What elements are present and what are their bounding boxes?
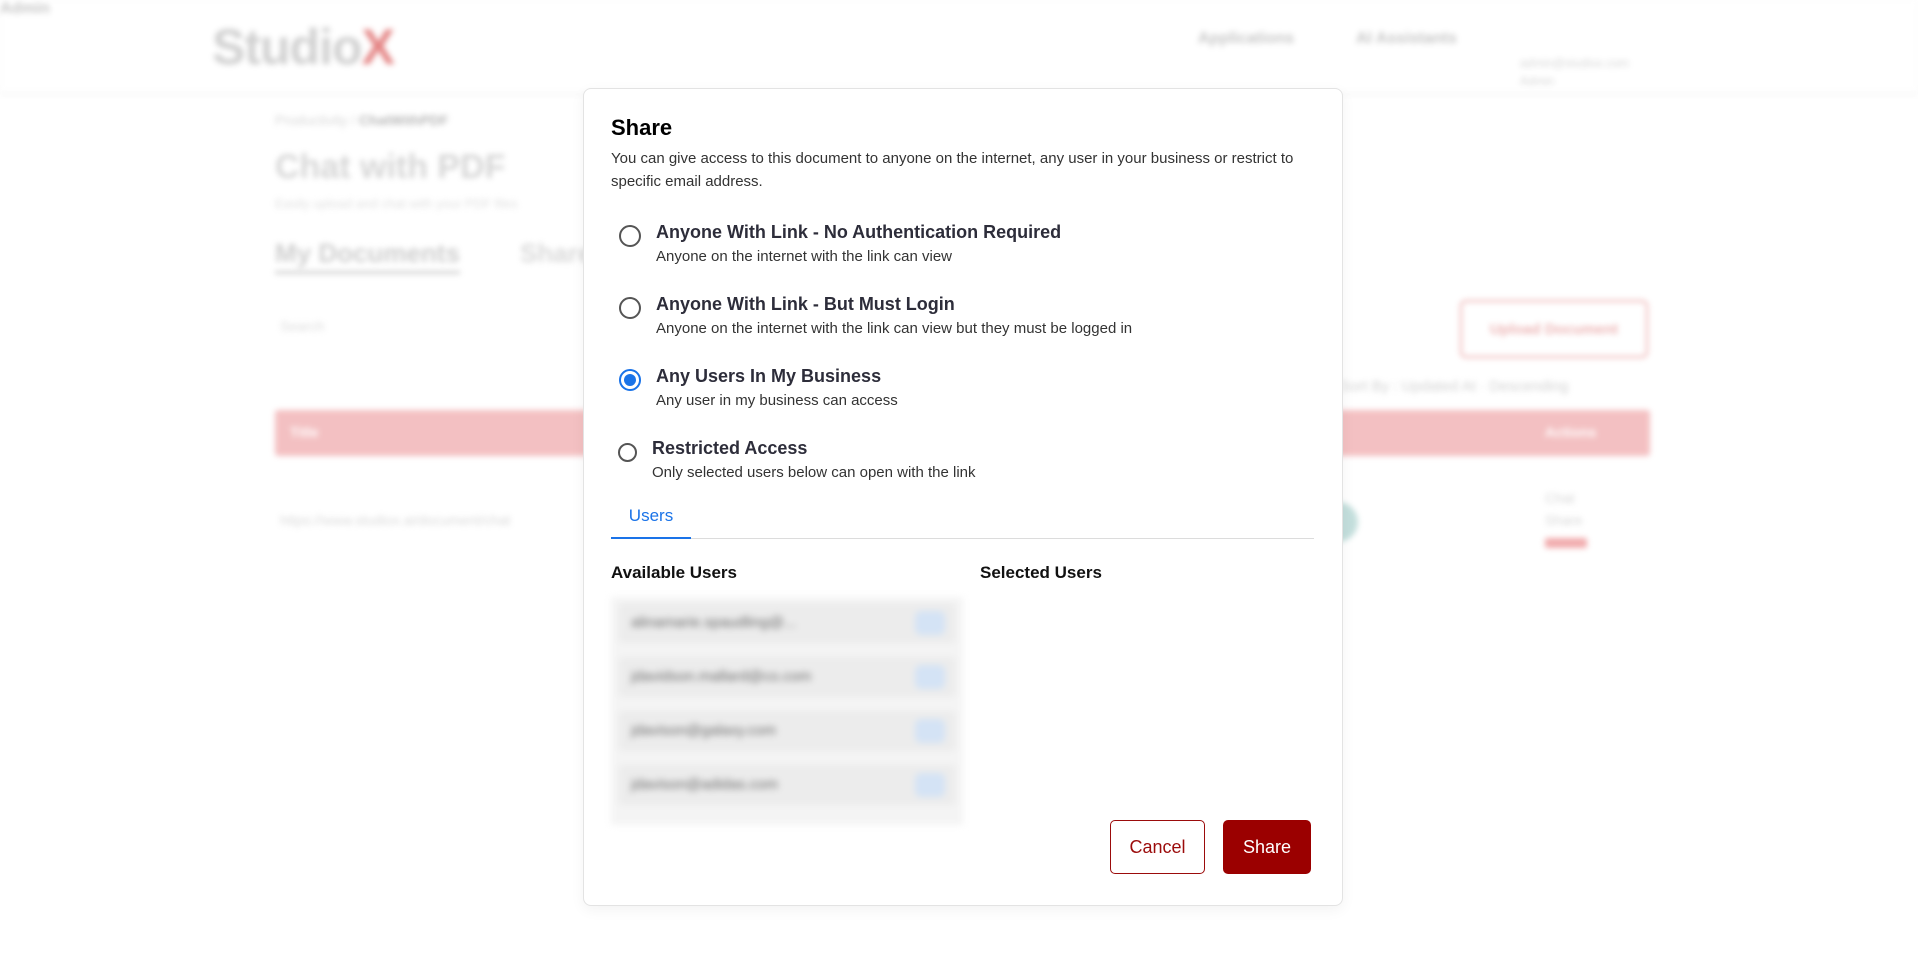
user-email: jdavison@adidas.com bbox=[631, 776, 778, 793]
row-share-action: Share bbox=[1545, 512, 1583, 528]
add-user-button[interactable] bbox=[915, 611, 945, 635]
tab-users[interactable]: Users bbox=[611, 499, 691, 539]
add-user-button[interactable] bbox=[915, 665, 945, 689]
nav-user-email: admin@studiox.com bbox=[1520, 56, 1629, 70]
user-email: alinamarie.spaudling@... bbox=[631, 614, 797, 631]
nav-user-role: Admin bbox=[1520, 74, 1555, 88]
list-item[interactable]: jdavison@adidas.com bbox=[619, 765, 955, 805]
list-item[interactable]: jdavidson.mallard@co.com bbox=[619, 657, 955, 697]
modal-title: Share bbox=[611, 115, 673, 140]
users-tab-bar: Users bbox=[611, 499, 1314, 539]
radio-anyone-must-login[interactable] bbox=[619, 297, 641, 319]
page-title: Chat with PDF bbox=[275, 148, 506, 186]
top-navbar: StudioX Applications AI Assistants Admin… bbox=[0, 0, 1918, 92]
option-label: Anyone With Link - But Must Login bbox=[656, 294, 955, 314]
available-users-heading: Available Users bbox=[611, 563, 737, 582]
available-users-list[interactable]: alinamarie.spaudling@... jdavidson.malla… bbox=[611, 597, 963, 825]
option-description: Anyone on the internet with the link can… bbox=[656, 320, 1133, 337]
tab-my-documents: My Documents bbox=[275, 238, 460, 274]
option-label: Anyone With Link - No Authentication Req… bbox=[656, 222, 1062, 242]
radio-restricted-access[interactable] bbox=[618, 443, 637, 462]
nav-user-name: Admin bbox=[0, 0, 50, 17]
breadcrumb: Productivity / ChatWithPDF bbox=[275, 112, 449, 128]
nav-applications: Applications bbox=[1198, 30, 1295, 47]
radio-any-users-business[interactable] bbox=[619, 369, 641, 391]
option-description: Only selected users below can open with … bbox=[652, 464, 976, 481]
page-subtitle: Easily upload and chat with your PDF fil… bbox=[275, 196, 518, 211]
user-email: jdavison@galaxy.com bbox=[631, 722, 777, 739]
upload-document-button: Upload Document bbox=[1460, 300, 1648, 358]
sort-control: Sort By : Updated At · Descending bbox=[1340, 378, 1569, 395]
add-user-button[interactable] bbox=[915, 719, 945, 743]
search-input: Search bbox=[280, 318, 325, 334]
selected-users-heading: Selected Users bbox=[980, 563, 1102, 582]
row-delete-action bbox=[1545, 538, 1587, 548]
share-modal: Share You can give access to this docume… bbox=[583, 88, 1343, 906]
option-description: Any user in my business can access bbox=[656, 392, 898, 409]
document-link: https://www.studiox.ai/document/chat bbox=[280, 512, 511, 528]
add-user-button[interactable] bbox=[915, 773, 945, 797]
option-label: Restricted Access bbox=[652, 438, 808, 458]
table-header-title: Title bbox=[290, 424, 319, 440]
option-label: Any Users In My Business bbox=[656, 366, 882, 386]
list-item[interactable]: jdavison@galaxy.com bbox=[619, 711, 955, 751]
list-item[interactable]: alinamarie.spaudling@... bbox=[619, 603, 955, 643]
radio-anyone-no-auth[interactable] bbox=[619, 225, 641, 247]
cancel-button[interactable]: Cancel bbox=[1110, 820, 1205, 874]
app-logo: StudioX bbox=[212, 19, 395, 75]
row-chat-action: Chat bbox=[1545, 490, 1575, 506]
option-description: Anyone on the internet with the link can… bbox=[656, 248, 953, 265]
nav-ai-assistants: AI Assistants bbox=[1356, 30, 1457, 47]
user-email: jdavidson.mallard@co.com bbox=[631, 668, 812, 685]
modal-description: You can give access to this document to … bbox=[611, 150, 1294, 190]
table-header-actions: Actions bbox=[1545, 424, 1597, 440]
share-button[interactable]: Share bbox=[1223, 820, 1311, 874]
